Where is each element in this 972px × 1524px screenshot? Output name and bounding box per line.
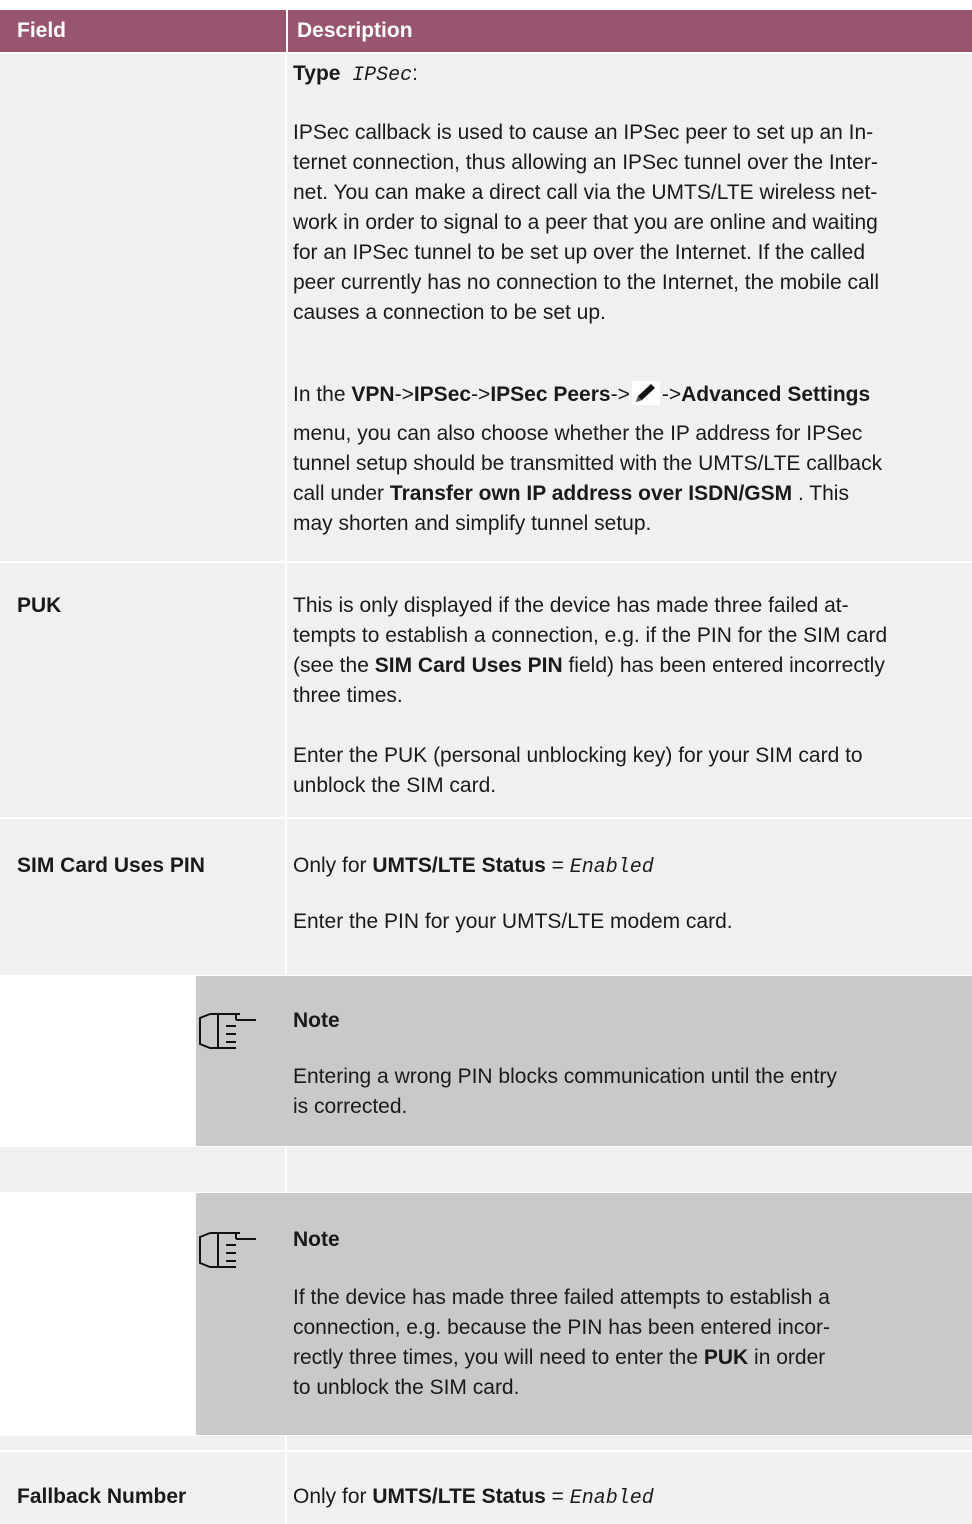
pencil-icon [631,381,660,405]
header-divider [286,10,288,52]
ipsec-line-1: IPSec callback is used to cause an IPSec… [293,121,874,144]
note-1-line-2: is corrected. [293,1095,408,1118]
menu-arrow: -> [471,383,491,406]
pointing-hand-icon [199,1232,256,1268]
menu-line-4-post: . This [792,482,849,505]
ipsec-line-6: peer currently has no connection to the … [293,271,880,294]
puk-line-3-post: field) has been entered incorrectly [562,654,885,677]
ipsec-line-2: ternet connection, thus allowing an IPSe… [293,151,878,174]
description-cell-ipsec: Type IPSec: IPSec callback is used to ca… [287,54,972,561]
menu-line-4-pre: call under [293,482,385,505]
table-header: Field Description [0,10,972,52]
note-box-1: Note Entering a wrong PIN blocks communi… [196,976,972,1146]
equals-sign: = [545,854,570,877]
transfer-own-ip-label: Transfer own IP address over ISDN/GSM [389,482,793,505]
header-field: Field [17,19,67,42]
spacer-right [287,1147,972,1192]
enabled-value: Enabled [569,1487,654,1510]
menu-arrow: -> [610,383,630,406]
menu-ipsec: IPSec [413,383,472,406]
ipsec-line-4: work in order to signal to a peer that y… [293,211,878,234]
description-cell-fallback: Only for UMTS/LTE Status = Enabled [287,1452,972,1524]
field-cell-puk: PUK [0,563,285,817]
spacer-left-2 [0,1436,285,1450]
field-name-fallback-number: Fallback Number [17,1485,187,1508]
spacer-right-2 [287,1436,972,1450]
description-cell-puk: This is only displayed if the device has… [287,563,972,817]
menu-prefix: In the [293,383,346,406]
menu-line-4: call under Transfer own IP address over … [293,479,849,509]
header-description: Description [297,19,413,42]
type-colon: : [412,62,418,85]
puk-line-1: This is only displayed if the device has… [293,594,849,617]
umts-lte-status-label: UMTS/LTE Status [372,1485,546,1508]
note-1-title: Note [293,1009,340,1032]
pointing-hand-icon [199,1013,256,1049]
field-cell-empty [0,54,285,561]
puk-line-3: (see the SIM Card Uses PIN field) has be… [293,651,885,681]
note-2-line-3: rectly three times, you will need to ent… [293,1343,953,1373]
puk-line-3-pre: (see the [293,654,369,677]
field-cell-sim: SIM Card Uses PIN [0,819,285,975]
menu-line-3: tunnel setup should be transmitted with … [293,452,883,475]
field-name-sim-card-uses-pin: SIM Card Uses PIN [17,854,205,877]
field-cell-fallback: Fallback Number [0,1452,285,1524]
puk-line-2: tempts to establish a connection, e.g. i… [293,624,888,647]
note-2-line-3-pre: rectly three times, you will need to ent… [293,1346,704,1369]
fallback-only-for-line: Only for UMTS/LTE Status = Enabled [293,1482,654,1514]
ipsec-line-5: for an IPSec tunnel to be set up over th… [293,241,866,264]
menu-ipsec-peers: IPSec Peers [490,383,611,406]
note-2-title: Note [293,1228,340,1251]
menu-line-2: menu, you can also choose whether the IP… [293,422,863,445]
field-name-puk: PUK [17,594,62,617]
equals-sign: = [545,1485,570,1508]
menu-path-line: In the VPN->IPSec->IPSec Peers-> ->Advan… [293,380,870,410]
menu-arrow: -> [661,383,682,406]
puk-line-4: three times. [293,684,403,707]
menu-vpn: VPN [351,383,395,406]
sim-card-uses-pin-ref: SIM Card Uses PIN [374,654,563,677]
ipsec-line-3: net. You can make a direct call via the … [293,181,878,204]
puk-ref: PUK [703,1346,749,1369]
puk-line-5: Enter the PUK (personal unblocking key) … [293,744,863,767]
menu-line-5: may shorten and simplify tunnel setup. [293,512,652,535]
note-2-line-4: to unblock the SIM card. [293,1376,520,1399]
ipsec-line-7: causes a connection to be set up. [293,301,606,324]
umts-lte-status-label: UMTS/LTE Status [372,854,546,877]
field-description-table: Field Description Type IPSec: IPSec call… [0,0,972,1524]
description-cell-sim: Only for UMTS/LTE Status = Enabled Enter… [287,819,972,975]
ipsec-type-line: Type IPSec: [293,59,418,91]
note-2-line-1: If the device has made three failed atte… [293,1286,830,1309]
note-1-line-1: Entering a wrong PIN blocks communicatio… [293,1065,837,1088]
menu-advanced-settings: Advanced Settings [681,383,871,406]
type-label: Type [293,62,341,85]
type-value: IPSec [352,64,413,87]
puk-line-6: unblock the SIM card. [293,774,497,797]
sim-enter-line: Enter the PIN for your UMTS/LTE modem ca… [293,910,733,933]
only-for-text: Only for [293,1485,367,1508]
menu-arrow: -> [394,383,414,406]
note-2-line-3-post: in order [748,1346,826,1369]
spacer-left [0,1147,285,1192]
note-2-line-2: connection, e.g. because the PIN has bee… [293,1316,831,1339]
sim-only-for-line: Only for UMTS/LTE Status = Enabled [293,851,654,883]
only-for-text: Only for [293,854,367,877]
note-box-2: Note If the device has made three failed… [196,1193,972,1435]
enabled-value: Enabled [569,856,654,879]
